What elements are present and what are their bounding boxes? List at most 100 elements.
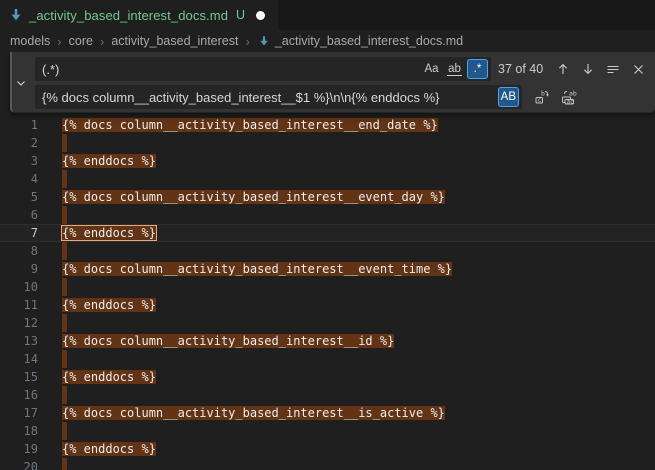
find-match-highlight: {% docs column__activity_based_interest_… bbox=[62, 406, 445, 420]
line-number: 4 bbox=[0, 170, 38, 188]
code-line[interactable]: 9 {% docs column__activity_based_interest… bbox=[0, 260, 655, 278]
find-match-highlight: {% enddocs %} bbox=[62, 370, 156, 384]
find-options: Aa ab .* bbox=[421, 59, 488, 79]
breadcrumb-item[interactable]: activity_based_interest bbox=[111, 34, 238, 48]
line-number: 6 bbox=[0, 206, 38, 224]
line-number: 5 bbox=[0, 188, 38, 206]
empty-match-highlight bbox=[62, 242, 67, 260]
line-content bbox=[62, 422, 67, 440]
breadcrumb: models›core›activity_based_interest› _ac… bbox=[0, 30, 655, 52]
line-content: {% enddocs %} bbox=[62, 224, 156, 242]
code-line[interactable]: 3 {% enddocs %} bbox=[0, 152, 655, 170]
line-content: {% enddocs %} bbox=[62, 296, 156, 314]
code-line[interactable]: 7 {% enddocs %} bbox=[0, 224, 655, 242]
code-line[interactable]: 17 {% docs column__activity_based_interes… bbox=[0, 404, 655, 422]
line-content: {% docs column__activity_based_interest_… bbox=[62, 260, 452, 278]
find-match-highlight: {% enddocs %} bbox=[62, 154, 156, 168]
code-line[interactable]: 14 bbox=[0, 350, 655, 368]
svg-text:ac: ac bbox=[567, 99, 574, 105]
line-number: 3 bbox=[0, 152, 38, 170]
find-in-selection-button[interactable] bbox=[603, 59, 623, 79]
line-content bbox=[62, 134, 67, 152]
code-area[interactable]: 1{% docs column__activity_based_interest… bbox=[0, 116, 655, 470]
preserve-case-toggle[interactable]: AB bbox=[498, 87, 519, 107]
next-match-button[interactable] bbox=[578, 59, 598, 79]
breadcrumb-item[interactable]: models bbox=[10, 34, 50, 48]
replace-action-buttons: b c ab ac bbox=[532, 87, 579, 107]
code-line[interactable]: 10 bbox=[0, 278, 655, 296]
replace-input[interactable] bbox=[35, 85, 522, 109]
match-case-toggle[interactable]: Aa bbox=[421, 59, 442, 79]
find-match-highlight: {% docs column__activity_based_interest_… bbox=[62, 262, 452, 276]
code-line[interactable]: 2 bbox=[0, 134, 655, 152]
empty-match-highlight bbox=[62, 134, 67, 152]
line-number: 2 bbox=[0, 134, 38, 152]
preserve-case-label: AB bbox=[501, 91, 516, 103]
replace-icon[interactable]: b c bbox=[532, 87, 552, 107]
modified-dot-icon[interactable] bbox=[256, 11, 265, 20]
code-line[interactable]: 11{% enddocs %} bbox=[0, 296, 655, 314]
git-status-badge: U bbox=[236, 8, 245, 22]
code-line[interactable]: 4 bbox=[0, 170, 655, 188]
code-line[interactable]: 18 bbox=[0, 422, 655, 440]
svg-text:c: c bbox=[538, 96, 542, 104]
line-number: 10 bbox=[0, 278, 38, 296]
breadcrumb-item[interactable]: core bbox=[69, 34, 93, 48]
empty-match-highlight bbox=[62, 170, 67, 188]
current-find-match: {% enddocs %} bbox=[62, 226, 156, 240]
find-match-highlight: {% docs column__activity_based_interest_… bbox=[62, 118, 438, 132]
empty-match-highlight bbox=[62, 206, 67, 224]
line-number: 7 bbox=[0, 224, 38, 242]
line-content bbox=[62, 386, 67, 404]
tab-active[interactable]: _activity_based_interest_docs.md U bbox=[0, 0, 278, 30]
line-content bbox=[62, 206, 67, 224]
find-match-highlight: {% enddocs %} bbox=[62, 298, 156, 312]
line-content: {% enddocs %} bbox=[62, 152, 156, 170]
line-content bbox=[62, 170, 67, 188]
line-content bbox=[62, 350, 67, 368]
replace-options: AB bbox=[498, 87, 519, 107]
regex-toggle[interactable]: .* bbox=[467, 59, 488, 79]
previous-match-button[interactable] bbox=[553, 59, 573, 79]
empty-match-highlight bbox=[62, 278, 67, 296]
code-line[interactable]: 8 bbox=[0, 242, 655, 260]
replace-all-icon[interactable]: ab ac bbox=[559, 87, 579, 107]
replace-input-box: AB bbox=[35, 85, 522, 109]
code-line[interactable]: 5 {% docs column__activity_based_interest… bbox=[0, 188, 655, 206]
code-line[interactable]: 13{% docs column__activity_based_interes… bbox=[0, 332, 655, 350]
find-match-highlight: {% enddocs %} bbox=[62, 442, 156, 456]
empty-match-highlight bbox=[62, 458, 67, 470]
line-number: 9 bbox=[0, 260, 38, 278]
chevron-right-icon: › bbox=[57, 34, 61, 49]
line-number: 13 bbox=[0, 332, 38, 350]
toggle-replace-chevron-icon[interactable] bbox=[13, 75, 29, 91]
line-content: {% docs column__activity_based_interest_… bbox=[62, 404, 445, 422]
line-content: {% enddocs %} bbox=[62, 440, 156, 458]
close-icon[interactable] bbox=[628, 59, 648, 79]
line-number: 15 bbox=[0, 368, 38, 386]
breadcrumb-file[interactable]: _activity_based_interest_docs.md bbox=[257, 34, 463, 48]
svg-text:b: b bbox=[541, 90, 545, 98]
match-count: 37 of 40 bbox=[498, 57, 543, 81]
empty-match-highlight bbox=[62, 386, 67, 404]
line-content bbox=[62, 458, 67, 470]
editor-pane[interactable]: 1{% docs column__activity_based_interest… bbox=[0, 52, 655, 470]
code-line[interactable]: 1{% docs column__activity_based_interest… bbox=[0, 116, 655, 134]
tab-filename: _activity_based_interest_docs.md bbox=[29, 8, 228, 23]
code-line[interactable]: 15 {% enddocs %} bbox=[0, 368, 655, 386]
code-line[interactable]: 20 bbox=[0, 458, 655, 470]
code-line[interactable]: 6 bbox=[0, 206, 655, 224]
find-match-highlight: {% docs column__activity_based_interest_… bbox=[62, 190, 445, 204]
whole-word-toggle[interactable]: ab bbox=[444, 59, 465, 79]
find-widget: Aa ab .* 37 of 40 bbox=[10, 52, 655, 113]
tab-bar: _activity_based_interest_docs.md U bbox=[0, 0, 655, 30]
find-input-box: Aa ab .* bbox=[35, 57, 491, 81]
whole-word-label: ab bbox=[447, 63, 462, 76]
line-content bbox=[62, 278, 67, 296]
code-line[interactable]: 16 bbox=[0, 386, 655, 404]
line-number: 17 bbox=[0, 404, 38, 422]
line-content: {% enddocs %} bbox=[62, 368, 156, 386]
code-line[interactable]: 12 bbox=[0, 314, 655, 332]
code-line[interactable]: 19{% enddocs %} bbox=[0, 440, 655, 458]
empty-match-highlight bbox=[62, 350, 67, 368]
